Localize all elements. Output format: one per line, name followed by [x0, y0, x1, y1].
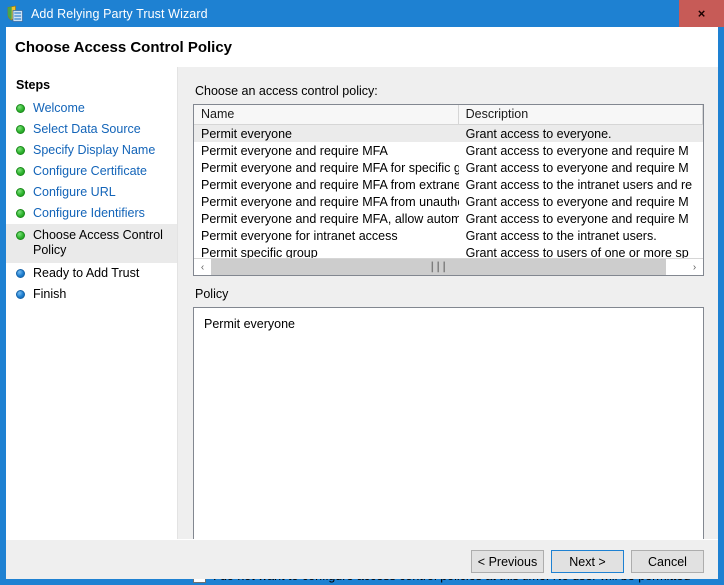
- choose-policy-label: Choose an access control policy:: [195, 84, 378, 98]
- sidebar-item-select-data-source[interactable]: Select Data Source: [6, 119, 177, 140]
- table-row[interactable]: Permit everyone and require MFA Grant ac…: [194, 142, 703, 159]
- scroll-left-icon[interactable]: ‹: [194, 259, 211, 275]
- sidebar-item-label: Specify Display Name: [33, 143, 156, 157]
- cell-description: Grant access to everyone and require M: [465, 160, 689, 175]
- cell-name: Permit everyone and require MFA, allow a…: [201, 211, 459, 226]
- sidebar-item-label: Configure Identifiers: [33, 206, 145, 220]
- sidebar-item-label: Ready to Add Trust: [33, 266, 140, 280]
- scroll-right-icon[interactable]: ›: [686, 259, 703, 275]
- steps-sidebar: Steps Welcome Select Data Source Specify…: [6, 67, 178, 579]
- policy-details-text: Permit everyone: [204, 317, 296, 331]
- step-status-dot-icon: [16, 269, 25, 278]
- scrollbar-thumb[interactable]: ┃┃┃: [211, 259, 666, 275]
- cancel-button[interactable]: Cancel: [631, 550, 704, 573]
- step-status-dot-icon: [16, 125, 25, 134]
- cell-description: Grant access to everyone and require M: [465, 194, 689, 209]
- policy-label: Policy: [195, 287, 229, 301]
- column-header-name[interactable]: Name: [194, 105, 459, 124]
- cell-name: Permit everyone for intranet access: [201, 228, 398, 243]
- sidebar-item-configure-certificate[interactable]: Configure Certificate: [6, 161, 177, 182]
- scrollbar-track[interactable]: ┃┃┃: [211, 259, 686, 275]
- table-row[interactable]: Permit everyone Grant access to everyone…: [194, 125, 703, 142]
- cell-description: Grant access to everyone and require M: [465, 143, 689, 158]
- close-icon[interactable]: ×: [679, 0, 724, 27]
- steps-heading: Steps: [16, 78, 51, 92]
- cell-name: Permit everyone: [201, 126, 293, 141]
- cell-description: Grant access to the intranet users.: [465, 228, 657, 243]
- table-row[interactable]: Permit everyone and require MFA for spec…: [194, 159, 703, 176]
- scrollbar-grip-icon: ┃┃┃: [429, 261, 448, 272]
- policy-list[interactable]: Name Description Permit everyone Grant a…: [193, 104, 704, 276]
- adfs-shield-icon: [6, 5, 24, 23]
- step-status-dot-icon: [16, 146, 25, 155]
- cell-name: Permit everyone and require MFA: [201, 143, 388, 158]
- page-header: Choose Access Control Policy: [6, 27, 718, 67]
- main-panel: Choose an access control policy: Name De…: [179, 67, 718, 585]
- sidebar-item-label: Welcome: [33, 101, 85, 115]
- next-button[interactable]: Next >: [551, 550, 624, 573]
- step-status-dot-icon: [16, 167, 25, 176]
- column-header-description[interactable]: Description: [459, 105, 703, 124]
- sidebar-item-welcome[interactable]: Welcome: [6, 98, 177, 119]
- cell-name: Permit everyone and require MFA from ext…: [201, 177, 459, 192]
- window-title: Add Relying Party Trust Wizard: [31, 6, 208, 21]
- body-area: Steps Welcome Select Data Source Specify…: [6, 67, 718, 585]
- cell-description: Grant access to the intranet users and r…: [465, 177, 693, 192]
- sidebar-item-label: Configure Certificate: [33, 164, 147, 178]
- step-status-dot-icon: [16, 231, 25, 240]
- sidebar-item-finish[interactable]: Finish: [6, 284, 177, 305]
- policy-list-rows: Permit everyone Grant access to everyone…: [194, 125, 703, 261]
- policy-details-box: Permit everyone: [193, 307, 704, 557]
- table-row[interactable]: Permit everyone and require MFA from una…: [194, 193, 703, 210]
- previous-button[interactable]: < Previous: [471, 550, 544, 573]
- wizard-window: Add Relying Party Trust Wizard × Choose …: [0, 0, 724, 585]
- title-bar: Add Relying Party Trust Wizard ×: [0, 0, 724, 27]
- sidebar-item-label: Configure URL: [33, 185, 116, 199]
- table-row[interactable]: Permit everyone for intranet access Gran…: [194, 227, 703, 244]
- sidebar-item-configure-identifiers[interactable]: Configure Identifiers: [6, 203, 177, 224]
- table-row[interactable]: Permit everyone and require MFA, allow a…: [194, 210, 703, 227]
- step-status-dot-icon: [16, 188, 25, 197]
- sidebar-item-label: Select Data Source: [33, 122, 141, 136]
- sidebar-item-ready-to-add-trust[interactable]: Ready to Add Trust: [6, 263, 177, 284]
- sidebar-item-label: Finish: [33, 287, 67, 301]
- sidebar-item-label: Choose Access Control Policy: [33, 228, 163, 257]
- sidebar-item-specify-display-name[interactable]: Specify Display Name: [6, 140, 177, 161]
- horizontal-scrollbar[interactable]: ‹ ┃┃┃ ›: [194, 258, 703, 275]
- step-status-dot-icon: [16, 209, 25, 218]
- cell-description: Grant access to everyone and require M: [465, 211, 689, 226]
- sidebar-item-configure-url[interactable]: Configure URL: [6, 182, 177, 203]
- policy-list-header: Name Description: [194, 105, 703, 125]
- footer-bar: < Previous Next > Cancel: [6, 539, 718, 579]
- table-row[interactable]: Permit everyone and require MFA from ext…: [194, 176, 703, 193]
- cell-description: Grant access to everyone.: [465, 126, 612, 141]
- cell-name: Permit everyone and require MFA for spec…: [201, 160, 459, 175]
- sidebar-item-choose-access-control-policy[interactable]: Choose Access Control Policy: [6, 224, 177, 263]
- cell-name: Permit everyone and require MFA from una…: [201, 194, 459, 209]
- step-status-dot-icon: [16, 290, 25, 299]
- step-status-dot-icon: [16, 104, 25, 113]
- page-title: Choose Access Control Policy: [15, 38, 233, 56]
